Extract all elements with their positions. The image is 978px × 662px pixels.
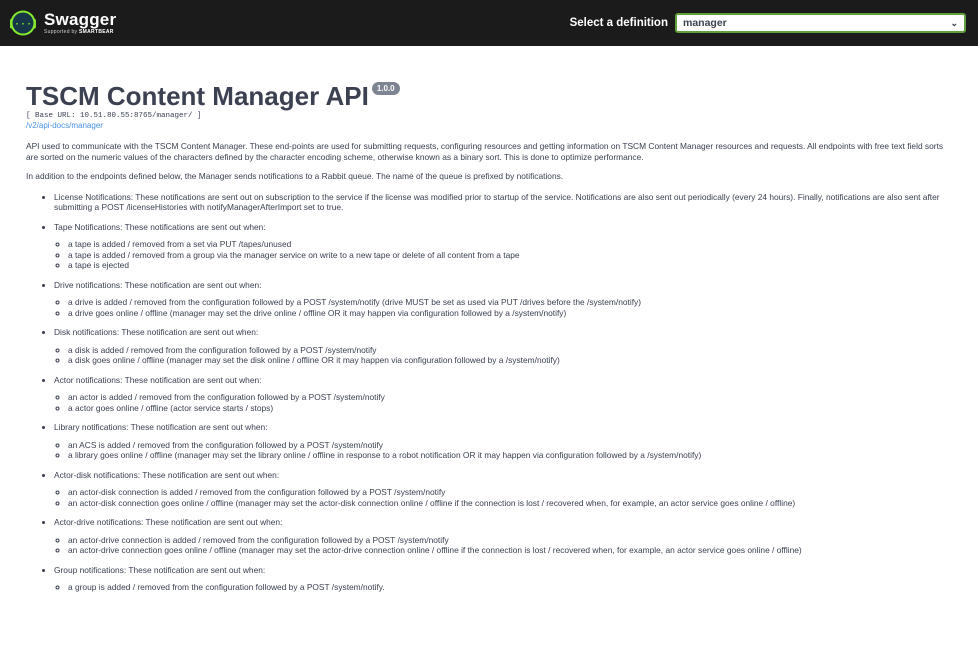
notification-subitem: a actor goes online / offline (actor ser… (68, 403, 952, 414)
notification-sublist: a tape is added / removed from a set via… (54, 239, 952, 271)
svg-text:{···}: {···} (10, 19, 36, 31)
notification-subitem: a drive is added / removed from the conf… (68, 297, 952, 308)
chevron-down-icon: ⌄ (950, 17, 958, 28)
notification-subitem: a tape is added / removed from a group v… (68, 250, 952, 261)
notification-text: Group notifications: These notification … (54, 564, 266, 575)
swagger-brand[interactable]: {···} Swagger Supported by SMARTBEAR (10, 10, 116, 36)
brand-subtitle: Supported by SMARTBEAR (44, 29, 114, 35)
description-paragraph: API used to communicate with the TSCM Co… (26, 141, 944, 162)
notification-subitem: a disk is added / removed from the confi… (68, 345, 952, 356)
info-section: TSCM Content Manager API 1.0.0 [ Base UR… (0, 82, 978, 593)
base-url: [ Base URL: 10.51.80.55:8765/manager/ ] (26, 112, 202, 120)
notification-subitem: an actor-disk connection goes online / o… (68, 498, 952, 509)
notification-text: License Notifications: These notificatio… (54, 191, 940, 213)
notification-sublist: a group is added / removed from the conf… (54, 582, 952, 593)
notification-item: Group notifications: These notification … (54, 565, 952, 593)
brand-name: Swagger (44, 10, 117, 29)
notification-text: Drive notifications: These notification … (54, 279, 262, 290)
notification-subitem: an actor is added / removed from the con… (68, 392, 952, 403)
definition-selector: Select a definition manager ⌄ (570, 13, 966, 33)
notification-subitem: a library goes online / offline (manager… (68, 450, 952, 461)
notification-text: Actor notifications: These notification … (54, 374, 262, 385)
notification-subitem: a drive goes online / offline (manager m… (68, 308, 952, 319)
notification-sublist: an actor is added / removed from the con… (54, 392, 952, 413)
notification-sublist: an actor-disk connection is added / remo… (54, 487, 952, 508)
notification-item: Library notifications: These notificatio… (54, 422, 952, 461)
notification-item: License Notifications: These notificatio… (54, 192, 952, 213)
notification-text: Actor-drive notifications: These notific… (54, 517, 283, 527)
notification-item: Disk notifications: These notification a… (54, 327, 952, 366)
notification-sublist: an actor-drive connection is added / rem… (54, 535, 952, 556)
notification-sublist: a drive is added / removed from the conf… (54, 297, 952, 318)
notification-subitem: a tape is ejected (68, 260, 952, 271)
definition-label: Select a definition (569, 17, 668, 29)
page-title: TSCM Content Manager API (26, 81, 369, 111)
notification-subitem: an actor-drive connection goes online / … (68, 545, 952, 556)
definition-select[interactable]: manager ⌄ (675, 13, 966, 33)
notification-sublist: an ACS is added / removed from the confi… (54, 440, 952, 461)
version-badge: 1.0.0 (371, 82, 400, 95)
swagger-braces-icon: {···} (10, 10, 36, 36)
notification-subitem: a tape is added / removed from a set via… (68, 239, 952, 250)
topbar: {···} Swagger Supported by SMARTBEAR Sel… (0, 0, 978, 46)
notification-item: Actor notifications: These notification … (54, 375, 952, 414)
api-docs-link[interactable]: /v2/api-docs/manager (26, 121, 952, 130)
notification-item: Drive notifications: These notification … (54, 280, 952, 319)
notification-item: Actor-drive notifications: These notific… (54, 517, 952, 556)
notifications-list: License Notifications: These notificatio… (26, 192, 952, 593)
notification-text: Tape Notifications: These notifications … (54, 221, 266, 232)
notification-subitem: a group is added / removed from the conf… (68, 582, 952, 593)
notification-sublist: a disk is added / removed from the confi… (54, 345, 952, 366)
notification-item: Actor-disk notifications: These notifica… (54, 470, 952, 509)
notification-subitem: an actor-disk connection is added / remo… (68, 487, 952, 498)
notification-text: Library notifications: These notificatio… (54, 422, 268, 432)
description-paragraph: In addition to the endpoints defined bel… (26, 171, 564, 181)
notification-subitem: an ACS is added / removed from the confi… (68, 440, 952, 451)
notification-subitem: an actor-drive connection is added / rem… (68, 535, 952, 546)
definition-select-value: manager (683, 17, 727, 29)
notification-text: Actor-disk notifications: These notifica… (54, 469, 280, 480)
notification-item: Tape Notifications: These notifications … (54, 222, 952, 271)
notification-subitem: a disk goes online / offline (manager ma… (68, 355, 952, 366)
notification-text: Disk notifications: These notification a… (54, 327, 259, 337)
